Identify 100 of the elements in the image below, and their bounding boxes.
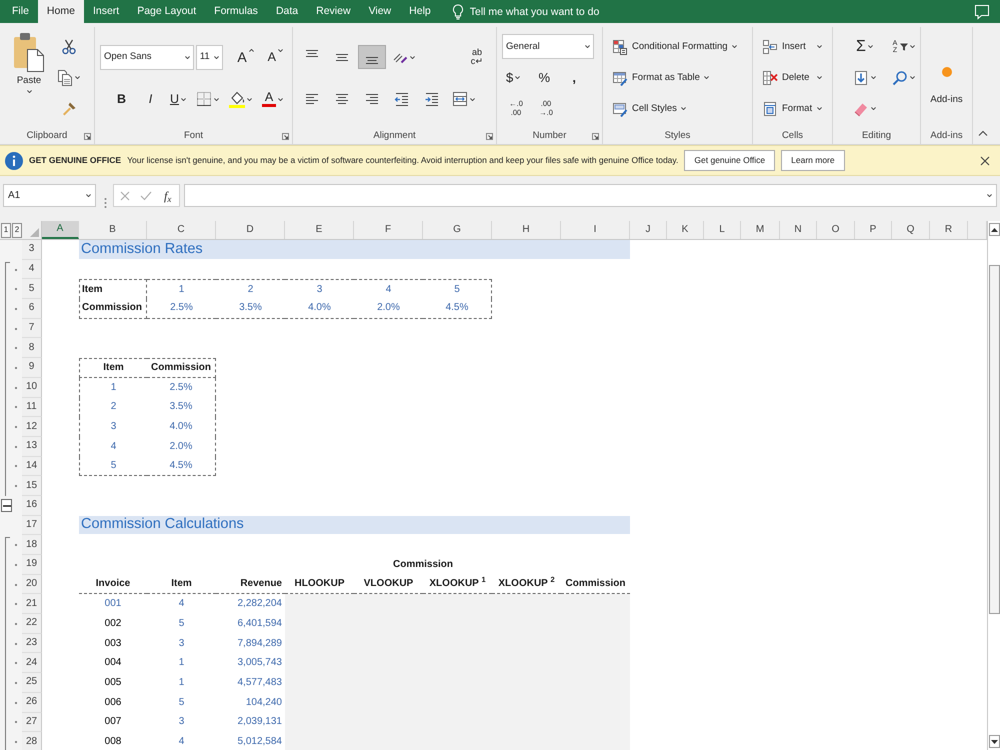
grow-font-button[interactable]: A — [233, 45, 258, 69]
caret-icon — [910, 45, 914, 48]
indent-icon — [424, 91, 440, 107]
table-cell-text: 008 — [104, 735, 122, 750]
outline-collapse-button[interactable] — [1, 499, 12, 512]
outline-level-button[interactable]: 2 — [12, 222, 22, 238]
dialog-launcher-button[interactable] — [592, 132, 599, 140]
table-cell: 2.5% — [147, 299, 216, 319]
row-header[interactable]: 9 — [22, 358, 42, 378]
caret-icon — [515, 76, 520, 79]
row-header[interactable]: 5 — [22, 279, 42, 300]
table-cell: 3.5% — [147, 398, 216, 418]
ribbon-tab[interactable]: Help — [400, 0, 440, 23]
ribbon-tab[interactable]: Review — [307, 0, 360, 23]
ribbon-tab[interactable]: File — [3, 0, 38, 23]
delete-cells-button[interactable]: Delete — [758, 64, 826, 90]
vertical-scrollbar[interactable] — [987, 221, 1000, 750]
paint-bucket-icon — [229, 90, 245, 108]
row-header[interactable]: 21 — [22, 594, 42, 614]
row-header[interactable]: 17 — [22, 516, 42, 536]
wrap-text-button[interactable]: ab c↵ — [463, 44, 491, 70]
font-name-combobox[interactable]: Open Sans — [100, 44, 194, 70]
font-color-button[interactable]: A — [258, 87, 287, 111]
italic-button[interactable]: I — [136, 87, 164, 111]
down-arrow-box-icon — [853, 70, 869, 86]
insert-cells-button[interactable]: Insert — [758, 34, 826, 60]
dialog-launcher-button[interactable] — [84, 132, 91, 140]
row-header[interactable]: 28 — [22, 732, 42, 750]
cell-styles-button[interactable]: Cell Styles — [608, 96, 741, 122]
scroll-up-button[interactable] — [988, 223, 1000, 236]
row-header[interactable]: 14 — [22, 456, 42, 476]
row-header[interactable]: 4 — [22, 260, 42, 280]
caret-icon — [278, 49, 283, 52]
row-header[interactable]: 23 — [22, 634, 42, 654]
format-as-table-button[interactable]: Format as Table — [608, 64, 741, 90]
autosum-button[interactable]: Σ — [849, 34, 880, 58]
row-header[interactable]: 8 — [22, 338, 42, 358]
row-header[interactable]: 7 — [22, 318, 42, 338]
table-brush-icon — [612, 70, 628, 86]
row-header[interactable]: 15 — [22, 476, 42, 496]
search-icon — [892, 70, 908, 86]
row-header[interactable]: 12 — [22, 417, 42, 437]
table-cell: 1 — [147, 279, 216, 300]
scroll-thumb[interactable] — [988, 265, 1000, 614]
colored-grid-icon — [612, 38, 628, 54]
tell-me-field[interactable]: Tell me what you want to do — [470, 4, 630, 20]
ribbon-tab[interactable]: Data — [266, 0, 308, 23]
launcher-icon — [486, 132, 493, 140]
align-left-icon — [304, 91, 320, 107]
conditional-formatting-button[interactable]: Conditional Formatting — [608, 34, 741, 60]
ribbon-tab[interactable]: Insert — [84, 0, 128, 23]
ribbon-tab[interactable]: Formulas — [205, 0, 267, 23]
percent-button[interactable]: % — [530, 66, 558, 90]
underline-button[interactable]: U — [166, 87, 190, 111]
ribbon-tab[interactable]: Page Layout — [128, 0, 206, 23]
row-header[interactable]: 25 — [22, 673, 42, 693]
format-cells-button[interactable]: Format — [758, 96, 826, 122]
row-header[interactable]: 13 — [22, 436, 42, 457]
ribbon-tab[interactable]: View — [360, 0, 400, 23]
row-header[interactable]: 16 — [22, 496, 42, 516]
shrink-font-button[interactable]: A — [264, 45, 287, 69]
formula-field[interactable] — [184, 184, 997, 207]
row-header[interactable]: 6 — [22, 299, 42, 319]
table-cell-text: 004 — [104, 656, 122, 670]
notification-title: GET GENUINE OFFICE — [29, 155, 122, 166]
add-ins-button[interactable]: Add-ins — [925, 44, 968, 128]
cells-arrow-icon — [762, 38, 778, 54]
row-header[interactable]: 26 — [22, 692, 42, 712]
row-header[interactable]: 19 — [22, 555, 42, 575]
dialog-launcher-button[interactable] — [486, 132, 493, 140]
column-header[interactable]: A — [42, 221, 79, 239]
table-cell-text: 1 — [178, 676, 186, 690]
row-header[interactable]: 10 — [22, 378, 42, 398]
number-format-combobox[interactable]: General — [502, 34, 594, 59]
scissors-icon — [60, 38, 76, 54]
row-header[interactable]: 20 — [22, 574, 42, 594]
notification-action-button[interactable]: Learn more — [781, 150, 845, 171]
paste-button[interactable]: Paste — [5, 27, 53, 94]
paintbrush-icon — [60, 100, 76, 116]
font-size-combobox[interactable]: 11 — [196, 44, 224, 70]
bold-button[interactable]: B — [108, 87, 135, 111]
row-header[interactable]: 18 — [22, 535, 42, 555]
row-header[interactable]: 11 — [22, 398, 42, 418]
row-header[interactable]: 24 — [22, 653, 42, 674]
comma-button[interactable]: , — [560, 66, 588, 90]
row-header[interactable]: 27 — [22, 712, 42, 732]
ribbon-tab[interactable]: Home — [38, 0, 84, 23]
dialog-launcher-button[interactable] — [282, 132, 289, 140]
table-cell-text: 001 — [104, 597, 122, 612]
outline-level-button[interactable]: 1 — [1, 222, 11, 238]
currency-button[interactable]: $ — [502, 66, 524, 90]
scroll-down-button[interactable] — [988, 735, 1000, 748]
insert-function-button[interactable]: f$_{x}$ — [162, 190, 174, 202]
name-box[interactable]: A1 — [3, 184, 96, 207]
table-cell-text: 003 — [104, 636, 122, 651]
notification-action-button[interactable]: Get genuine Office — [684, 150, 776, 171]
row-header[interactable]: 3 — [22, 240, 42, 260]
row-header[interactable]: 22 — [22, 614, 42, 634]
bottom-align-button[interactable] — [358, 45, 386, 69]
cell-brush-icon — [612, 100, 628, 116]
